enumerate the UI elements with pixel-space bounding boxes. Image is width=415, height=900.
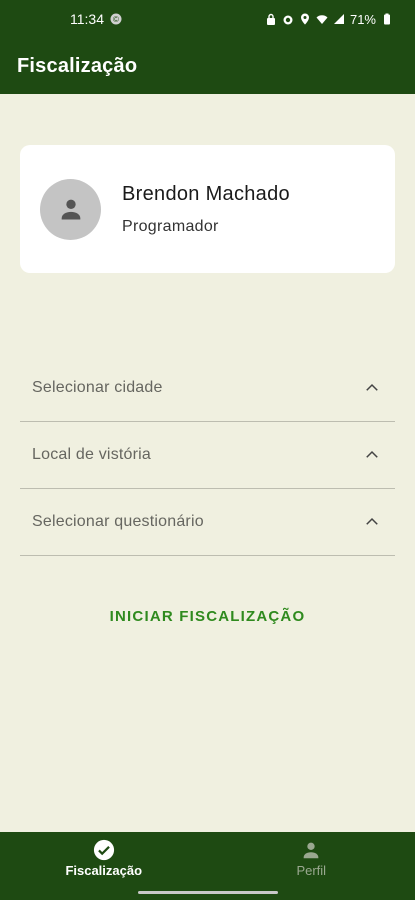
person-icon [61,199,80,220]
svg-text:©: © [113,15,119,24]
signal-icon [333,14,344,24]
start-inspection-button[interactable]: INICIAR FISCALIZAÇÃO [0,598,415,634]
profile-name: Brendon Machado [122,182,290,205]
notification-icon: © [110,13,122,25]
person-icon [303,842,319,858]
selection-list: Selecionar cidade Local de vistória Sele… [20,355,395,556]
profile-role: Programador [122,217,219,235]
profile-card: Brendon Machado Programador [20,145,395,273]
lock-icon [266,13,275,25]
system-nav-bar [0,884,415,900]
avatar [40,178,101,240]
chevron-up-icon [366,383,378,391]
home-indicator[interactable] [137,890,278,894]
battery-icon [384,13,390,25]
app-bar: Fiscalização [0,38,415,94]
city-select[interactable]: Selecionar cidade [20,355,395,422]
nav-item-perfil[interactable]: Perfil [208,832,415,884]
inspection-location-label: Local de vistória [32,446,152,463]
nav-item-fiscalizacao[interactable]: Fiscalização [0,832,208,884]
alarm-icon [283,15,293,25]
wifi-icon [316,15,328,24]
city-select-label: Selecionar cidade [32,379,163,396]
nav-label-fiscalizacao: Fiscalização [65,862,143,878]
nav-label-perfil: Perfil [296,862,327,878]
page-title: Fiscalização [17,54,138,77]
questionnaire-select[interactable]: Selecionar questionário [20,489,395,556]
inspection-location-select[interactable]: Local de vistória [20,422,395,489]
battery-percent: 71% [349,11,376,27]
status-time: 11:34 [70,11,104,27]
chevron-up-icon [366,517,378,525]
questionnaire-select-label: Selecionar questionário [32,513,204,530]
bottom-nav: Fiscalização Perfil [0,832,415,884]
status-bar: 11:34 © 71% [0,0,415,38]
check-circle-icon [93,839,114,860]
chevron-up-icon [366,450,378,458]
location-icon [300,13,309,25]
